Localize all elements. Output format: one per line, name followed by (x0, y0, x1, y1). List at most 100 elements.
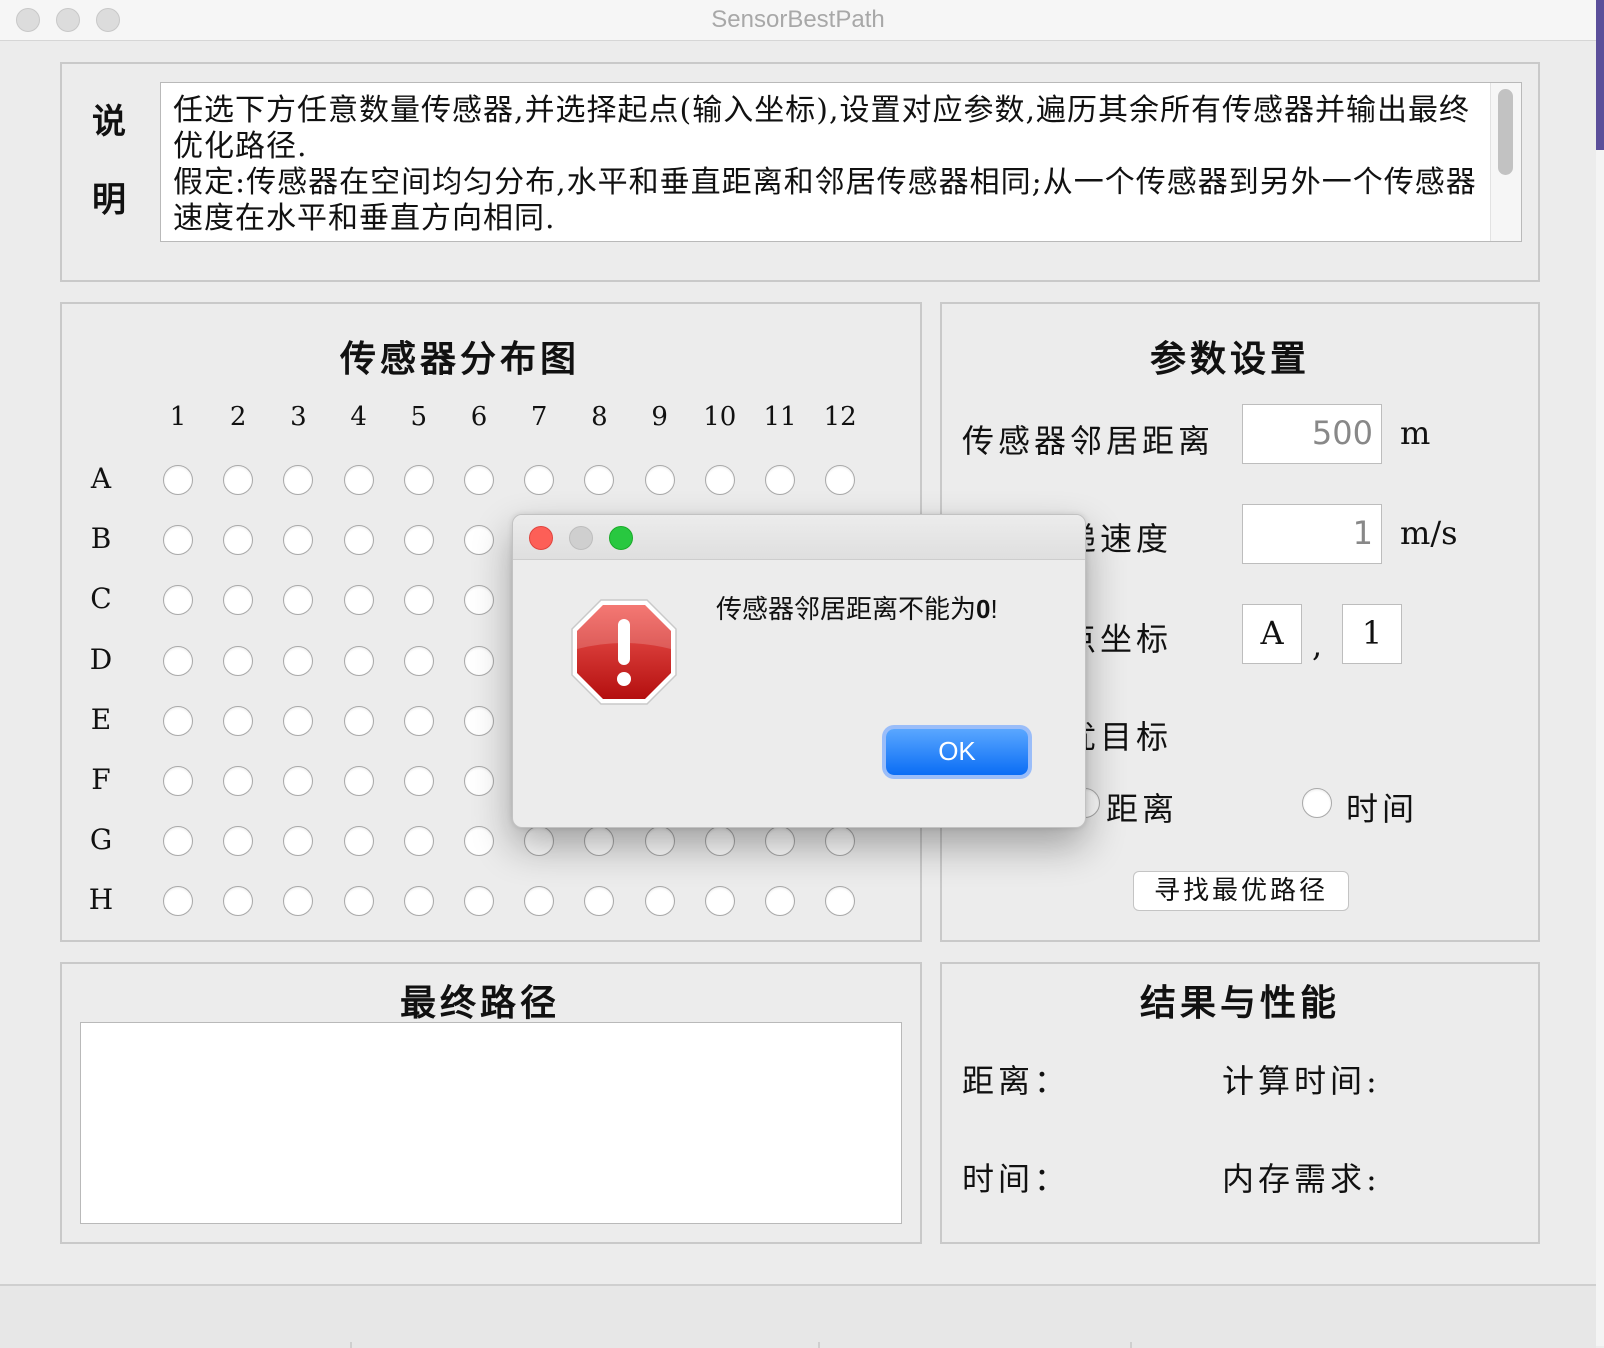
sensor-radio[interactable] (163, 465, 193, 495)
status-divider (350, 1342, 352, 1348)
dialog-message-suffix: ! (990, 594, 998, 624)
sensor-radio[interactable] (403, 826, 434, 857)
target-distance-label: 距离 (1106, 790, 1179, 828)
neighbor-distance-label: 传感器邻居距离 (962, 422, 1215, 460)
grid-row-header: G (89, 823, 113, 857)
sensor-radio[interactable] (644, 465, 675, 495)
grid-column-header: 2 (229, 402, 247, 432)
grid-column-header: 10 (703, 402, 737, 432)
description-scrollbar[interactable] (1490, 83, 1521, 241)
sensor-radio[interactable] (223, 766, 254, 796)
dialog-zoom-button[interactable] (609, 526, 633, 550)
status-bar (0, 1284, 1596, 1348)
speed-input[interactable]: 1 (1242, 504, 1382, 564)
sensor-radio[interactable] (464, 525, 494, 556)
sensor-radio[interactable] (403, 525, 434, 556)
final-path-output[interactable] (80, 1022, 902, 1224)
neighbor-distance-unit: m (1400, 414, 1431, 452)
sensor-radio[interactable] (464, 766, 494, 796)
params-title: 参数设置 (1149, 338, 1310, 380)
sensor-radio[interactable] (343, 826, 374, 857)
sensor-radio[interactable] (765, 826, 795, 857)
sensor-radio[interactable] (223, 645, 254, 676)
sensor-radio[interactable] (343, 766, 374, 796)
sensor-radio[interactable] (223, 705, 254, 736)
grid-column-header: 8 (591, 402, 608, 432)
sensor-radio[interactable] (403, 585, 434, 616)
distance-result-label: 距离： (962, 1062, 1071, 1100)
dialog-message: 传感器邻居距离不能为0! (716, 589, 998, 626)
grid-column-header: 5 (410, 402, 428, 432)
sensor-radio[interactable] (704, 465, 735, 495)
grid-column-header: 4 (350, 402, 367, 432)
background-window-edge (1596, 0, 1604, 150)
target-time-label: 时间 (1346, 790, 1419, 828)
sensor-radio[interactable] (163, 766, 193, 796)
grid-row-header: D (89, 642, 113, 676)
sensor-radio[interactable] (343, 886, 374, 917)
sensor-radio[interactable] (524, 465, 555, 495)
sensor-radio[interactable] (403, 465, 434, 495)
grid-row-header: A (90, 462, 112, 495)
sensor-radio[interactable] (704, 886, 735, 917)
time-result-label: 时间： (962, 1160, 1071, 1198)
sensor-radio[interactable] (403, 705, 434, 736)
alert-stop-icon (571, 599, 677, 705)
sensor-radio[interactable] (223, 465, 254, 495)
dialog-minimize-button (569, 526, 593, 550)
sensor-radio[interactable] (343, 645, 374, 676)
grid-row-header: C (90, 582, 112, 616)
sensor-radio[interactable] (283, 645, 314, 676)
description-label-2: 明 (92, 180, 126, 220)
sensor-radio[interactable] (343, 585, 374, 616)
sensor-radio[interactable] (343, 525, 374, 556)
grid-column-header: 6 (470, 402, 488, 432)
dialog-close-button[interactable] (529, 526, 553, 550)
sensor-radio[interactable] (163, 525, 193, 556)
description-label-1: 说 (92, 102, 126, 142)
sensor-radio[interactable] (464, 826, 494, 857)
results-title: 结果与性能 (1139, 982, 1340, 1024)
sensor-radio[interactable] (283, 705, 314, 736)
sensor-radio[interactable] (464, 645, 494, 676)
sensor-radio[interactable] (163, 645, 193, 676)
speed-unit: m/s (1400, 514, 1458, 552)
neighbor-distance-input[interactable]: 500 (1242, 404, 1382, 464)
grid-column-header: 7 (530, 402, 548, 432)
grid-row-header: F (91, 763, 111, 796)
sensor-radio[interactable] (343, 705, 374, 736)
sensor-radio[interactable] (765, 465, 795, 495)
start-col-input[interactable]: 1 (1342, 604, 1402, 664)
grid-row-header: E (90, 702, 112, 736)
sensor-radio[interactable] (825, 465, 856, 495)
dialog-title-bar (513, 515, 1085, 560)
sensor-radio[interactable] (644, 886, 675, 917)
find-best-path-button[interactable]: 寻找最优路径 (1133, 871, 1349, 911)
start-row-input[interactable]: A (1242, 604, 1302, 664)
sensor-radio[interactable] (403, 645, 434, 676)
sensor-radio[interactable] (343, 465, 374, 495)
sensor-radio[interactable] (163, 826, 193, 857)
grid-row-header: H (88, 883, 114, 917)
grid-column-header: 1 (169, 402, 187, 432)
sensor-radio[interactable] (464, 705, 494, 736)
sensor-radio[interactable] (464, 465, 494, 495)
sensor-radio[interactable] (163, 705, 193, 736)
description-text-area[interactable]: 任选下方任意数量传感器,并选择起点(输入坐标),设置对应参数,遍历其余所有传感器… (160, 82, 1522, 242)
scrollbar-thumb[interactable] (1498, 89, 1513, 175)
target-time-radio[interactable] (1302, 788, 1332, 818)
description-paragraph-2: 假定:传感器在空间均匀分布,水平和垂直距离和邻居传感器相同;从一个传感器到另外一… (173, 165, 1477, 236)
grid-row-header: B (90, 522, 112, 556)
sensor-radio[interactable] (704, 826, 735, 857)
sensor-radio[interactable] (403, 766, 434, 796)
final-path-title: 最终路径 (399, 982, 560, 1024)
grid-column-header: 3 (290, 402, 307, 432)
calc-time-result-label: 计算时间: (1222, 1062, 1381, 1100)
grid-column-header: 9 (651, 402, 668, 432)
status-divider (1130, 1342, 1132, 1348)
grid-column-header: 12 (823, 402, 857, 432)
sensor-radio[interactable] (644, 826, 675, 857)
grid-column-header: 11 (763, 402, 797, 432)
sensor-radio[interactable] (403, 886, 434, 917)
ok-button[interactable]: OK (886, 729, 1028, 775)
